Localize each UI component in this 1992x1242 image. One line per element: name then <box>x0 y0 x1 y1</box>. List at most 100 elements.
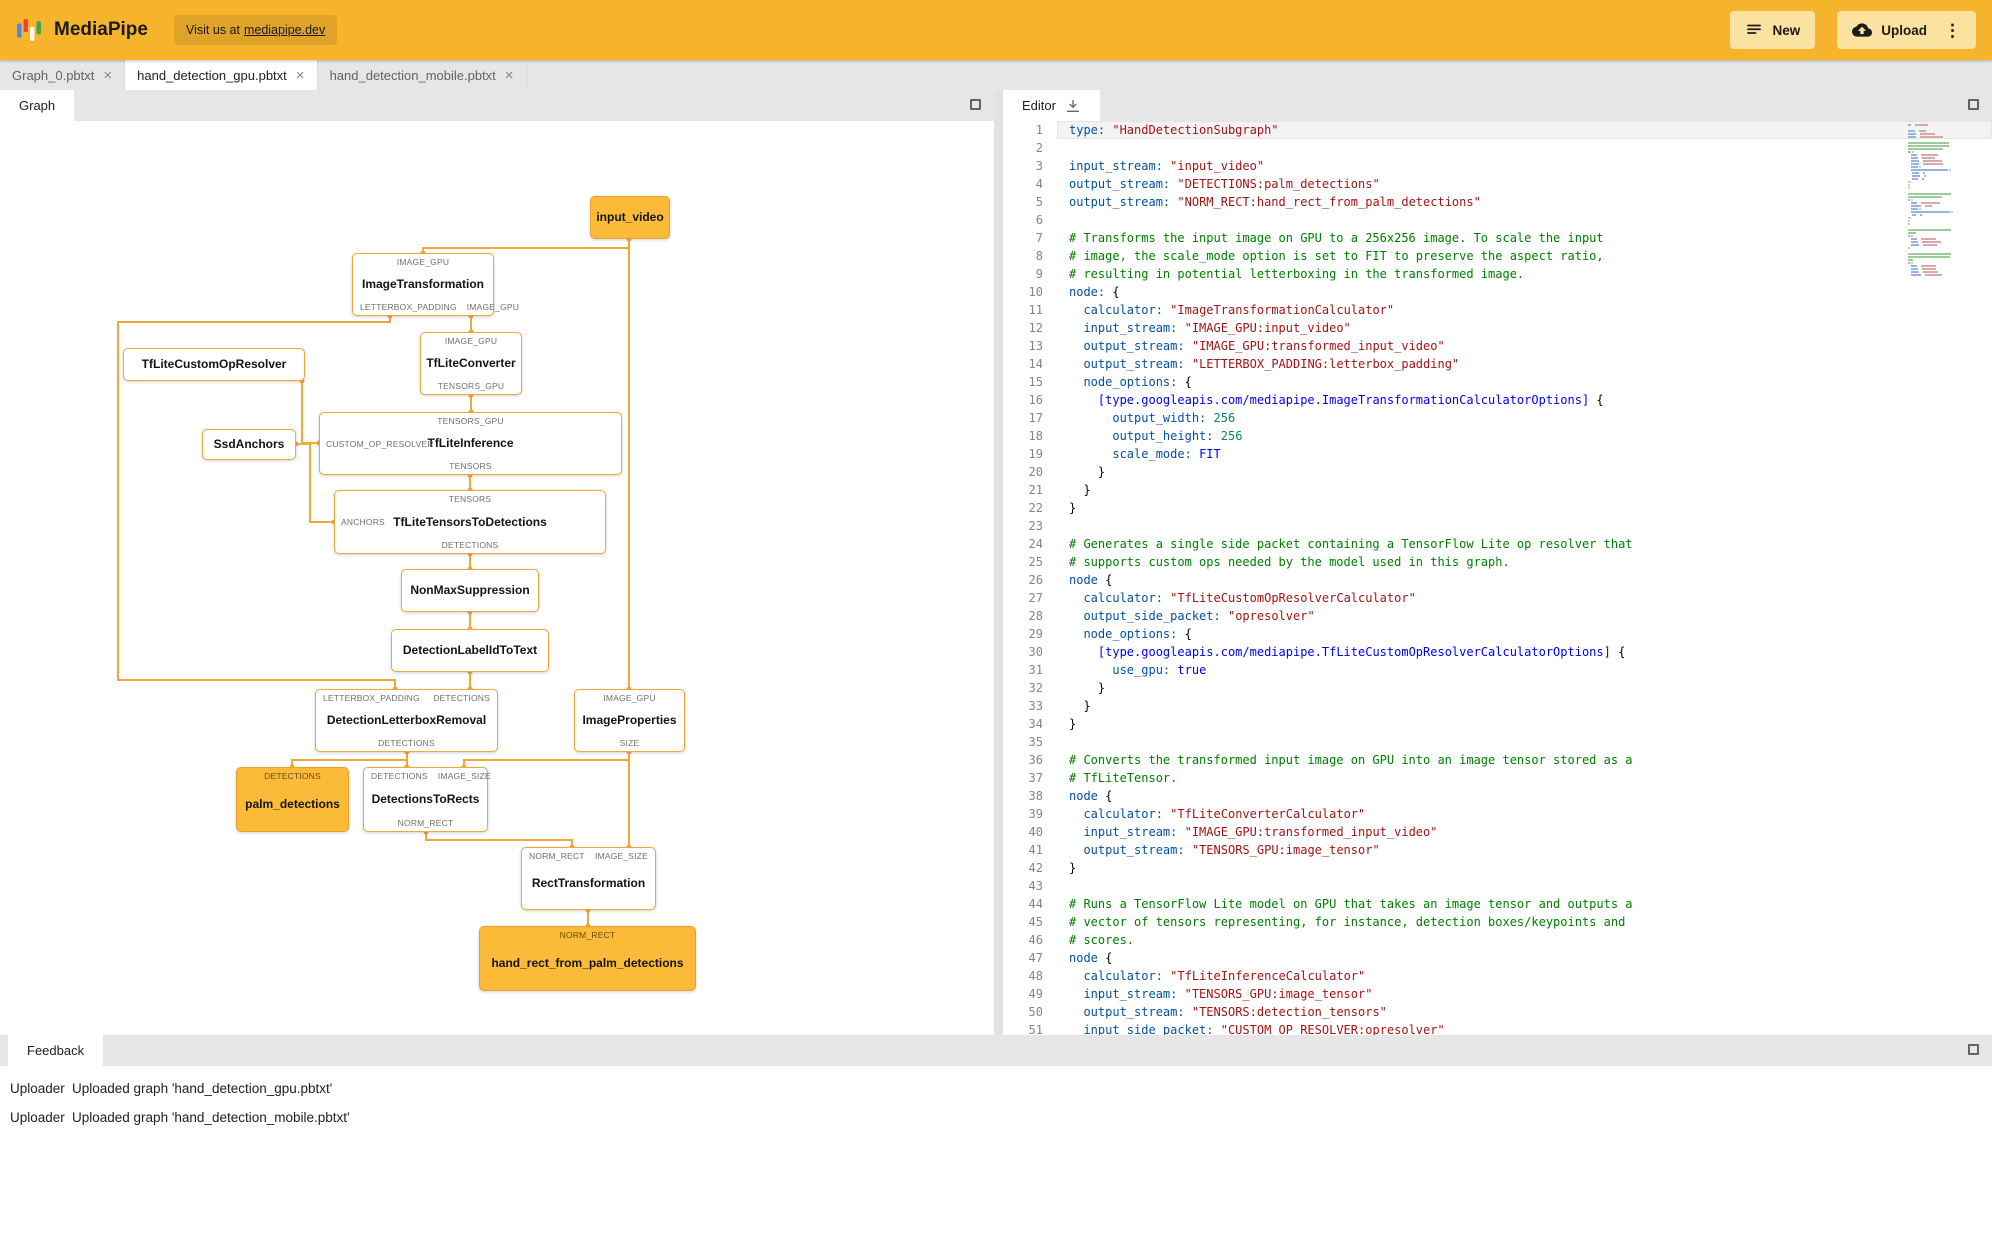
code-line[interactable]: } <box>1057 859 1992 877</box>
code-line[interactable]: calculator: "TfLiteCustomOpResolverCalcu… <box>1057 589 1992 607</box>
code-line[interactable]: output_stream: "LETTERBOX_PADDING:letter… <box>1057 355 1992 373</box>
close-tab-icon[interactable]: × <box>103 68 112 83</box>
graph-canvas[interactable]: input_video IMAGE_GPU ImageTransformation L… <box>0 121 994 1035</box>
code-line[interactable]: calculator: "TfLiteInferenceCalculator" <box>1057 967 1992 985</box>
code-line[interactable]: } <box>1057 481 1992 499</box>
more-options-icon[interactable]: ⋮ <box>1944 22 1961 39</box>
code-line[interactable] <box>1057 139 1992 157</box>
line-number: 16 <box>1028 393 1043 407</box>
code-line[interactable]: # Runs a TensorFlow Lite model on GPU th… <box>1057 895 1992 913</box>
code-line[interactable]: output_stream: "DETECTIONS:palm_detectio… <box>1057 175 1992 193</box>
code-line[interactable]: # Generates a single side packet contain… <box>1057 535 1992 553</box>
graph-node-DetectionsToRects[interactable]: DETECTIONS IMAGE_SIZE DetectionsToRects NOR… <box>363 767 491 832</box>
tab-editor[interactable]: Editor <box>1003 90 1100 121</box>
graph-node-RectTransformation[interactable]: NORM_RECT IMAGE_SIZE RectTransformation <box>521 847 656 910</box>
graph-node-ImageTransformation[interactable]: IMAGE_GPU ImageTransformation LETTERBOX_PA… <box>352 253 519 316</box>
code-line[interactable]: type: "HandDetectionSubgraph" <box>1057 121 1992 139</box>
code-line[interactable]: calculator: "TfLiteConverterCalculator" <box>1057 805 1992 823</box>
new-button[interactable]: New <box>1730 11 1816 49</box>
code-line[interactable]: [type.googleapis.com/mediapipe.ImageTran… <box>1057 391 1992 409</box>
tab-graph[interactable]: Graph <box>0 90 75 121</box>
code-line[interactable] <box>1057 877 1992 895</box>
graph-node-TfLiteTensorsToDetections[interactable]: TENSORS TfLiteTensorsToDetections DETECTIO… <box>334 490 606 554</box>
graph-node-input_video[interactable]: input_video <box>590 196 670 239</box>
minimap[interactable] <box>1908 124 1982 277</box>
code-line[interactable] <box>1057 517 1992 535</box>
graph-node-TfLiteInference[interactable]: TENSORS_GPU TfLiteInference TENSORS CUSTOM_… <box>319 412 622 475</box>
code-line[interactable]: output_width: 256 <box>1057 409 1992 427</box>
file-tab[interactable]: Graph_0.pbtxt × <box>0 60 126 90</box>
line-number: 15 <box>1028 375 1043 389</box>
code-line[interactable] <box>1057 733 1992 751</box>
code-line[interactable]: input_stream: "input_video" <box>1057 157 1992 175</box>
graph-node-TfLiteConverter[interactable]: IMAGE_GPU TfLiteConverter TENSORS_GPU <box>420 332 522 395</box>
feedback-entry: Uploader Uploaded graph 'hand_detection_m… <box>0 1103 1992 1132</box>
code-line[interactable]: node { <box>1057 787 1992 805</box>
minimap-line <box>1908 223 1982 225</box>
code-line[interactable]: } <box>1057 697 1992 715</box>
graph-node-TfLiteCustomOpResolver[interactable]: TfLiteCustomOpResolver <box>123 348 305 381</box>
code-line[interactable]: node { <box>1057 949 1992 967</box>
expand-panel-icon[interactable] <box>970 99 981 110</box>
code-line[interactable]: # image, the scale_mode option is set to… <box>1057 247 1992 265</box>
code-line[interactable]: input_side_packet: "CUSTOM_OP_RESOLVER:o… <box>1057 1021 1992 1035</box>
code-line[interactable]: output_stream: "NORM_RECT:hand_rect_from… <box>1057 193 1992 211</box>
minimap-line <box>1908 250 1982 252</box>
code-line[interactable]: scale_mode: FIT <box>1057 445 1992 463</box>
code-line[interactable]: input_stream: "IMAGE_GPU:input_video" <box>1057 319 1992 337</box>
graph-node-palm_detections[interactable]: DETECTIONS palm_detections <box>236 767 349 832</box>
code-line[interactable]: # TfLiteTensor. <box>1057 769 1992 787</box>
code-line[interactable]: input_stream: "TENSORS_GPU:image_tensor" <box>1057 985 1992 1003</box>
code-line[interactable]: } <box>1057 679 1992 697</box>
code-line[interactable]: # scores. <box>1057 931 1992 949</box>
line-number: 6 <box>1035 213 1043 227</box>
close-tab-icon[interactable]: × <box>296 68 305 83</box>
code-line[interactable]: # resulting in potential letterboxing in… <box>1057 265 1992 283</box>
code-line[interactable] <box>1057 211 1992 229</box>
download-icon[interactable] <box>1065 98 1081 114</box>
tab-feedback[interactable]: Feedback <box>8 1035 104 1066</box>
code-line[interactable]: [type.googleapis.com/mediapipe.TfLiteCus… <box>1057 643 1992 661</box>
minimap-line <box>1908 154 1982 156</box>
code-line[interactable]: node: { <box>1057 283 1992 301</box>
graph-node-DetectionLetterboxRemoval[interactable]: LETTERBOX_PADDING DETECTIONS DetectionLett… <box>315 689 498 752</box>
node-bottom-ports: LETTERBOX_PADDING IMAGE_GPU <box>357 302 519 312</box>
code-editor[interactable]: 1 2 3 4 5 6 7 8 9 10 11 12 13 14 15 16 17 18 19 20 21 22 23 24 2… <box>1003 121 1992 1035</box>
visit-text: Visit us at <box>185 23 240 37</box>
code-line[interactable]: node_options: { <box>1057 373 1992 391</box>
graph-node-ImageProperties[interactable]: IMAGE_GPU ImageProperties SIZE <box>574 689 685 752</box>
code-line[interactable]: input_stream: "IMAGE_GPU:transformed_inp… <box>1057 823 1992 841</box>
code-line[interactable]: # Converts the transformed input image o… <box>1057 751 1992 769</box>
minimap-line <box>1908 229 1982 231</box>
close-tab-icon[interactable]: × <box>505 68 514 83</box>
code-line[interactable]: use_gpu: true <box>1057 661 1992 679</box>
panel-splitter[interactable] <box>994 90 1003 1035</box>
graph-node-hand_rect_from_palm_detections[interactable]: NORM_RECT hand_rect_from_palm_detections <box>479 926 696 991</box>
code-line[interactable]: output_side_packet: "opresolver" <box>1057 607 1992 625</box>
code-line[interactable]: node { <box>1057 571 1992 589</box>
code-line[interactable]: } <box>1057 463 1992 481</box>
expand-panel-icon[interactable] <box>1968 1044 1979 1055</box>
code-line[interactable]: output_stream: "IMAGE_GPU:transformed_in… <box>1057 337 1992 355</box>
code-line[interactable]: calculator: "ImageTransformationCalculat… <box>1057 301 1992 319</box>
file-tab[interactable]: hand_detection_mobile.pbtxt × <box>318 60 527 90</box>
graph-node-SsdAnchors[interactable]: SsdAnchors <box>202 429 296 460</box>
graph-node-DetectionLabelIdToText[interactable]: DetectionLabelIdToText <box>391 629 549 672</box>
code-line[interactable]: output_stream: "TENSORS:detection_tensor… <box>1057 1003 1992 1021</box>
graph-node-NonMaxSuppression[interactable]: NonMaxSuppression <box>401 569 539 612</box>
code-line[interactable]: } <box>1057 499 1992 517</box>
upload-button[interactable]: Upload ⋮ <box>1837 11 1976 49</box>
code-line[interactable]: } <box>1057 715 1992 733</box>
code-line[interactable]: # vector of tensors representing, for in… <box>1057 913 1992 931</box>
visit-link[interactable]: mediapipe.dev <box>244 23 325 37</box>
code-line[interactable]: # supports custom ops needed by the mode… <box>1057 553 1992 571</box>
code-line[interactable]: # Transforms the input image on GPU to a… <box>1057 229 1992 247</box>
minimap-line <box>1908 175 1982 177</box>
code-line[interactable]: output_height: 256 <box>1057 427 1992 445</box>
code-line[interactable]: node_options: { <box>1057 625 1992 643</box>
port-label-custom_op_resolver: CUSTOM_OP_RESOLVER <box>326 438 434 449</box>
expand-panel-icon[interactable] <box>1968 99 1979 110</box>
file-tab[interactable]: hand_detection_gpu.pbtxt × <box>125 60 318 90</box>
code-line[interactable]: output_stream: "TENSORS_GPU:image_tensor… <box>1057 841 1992 859</box>
code-content[interactable]: type: "HandDetectionSubgraph" input_strea… <box>1057 121 1992 1035</box>
